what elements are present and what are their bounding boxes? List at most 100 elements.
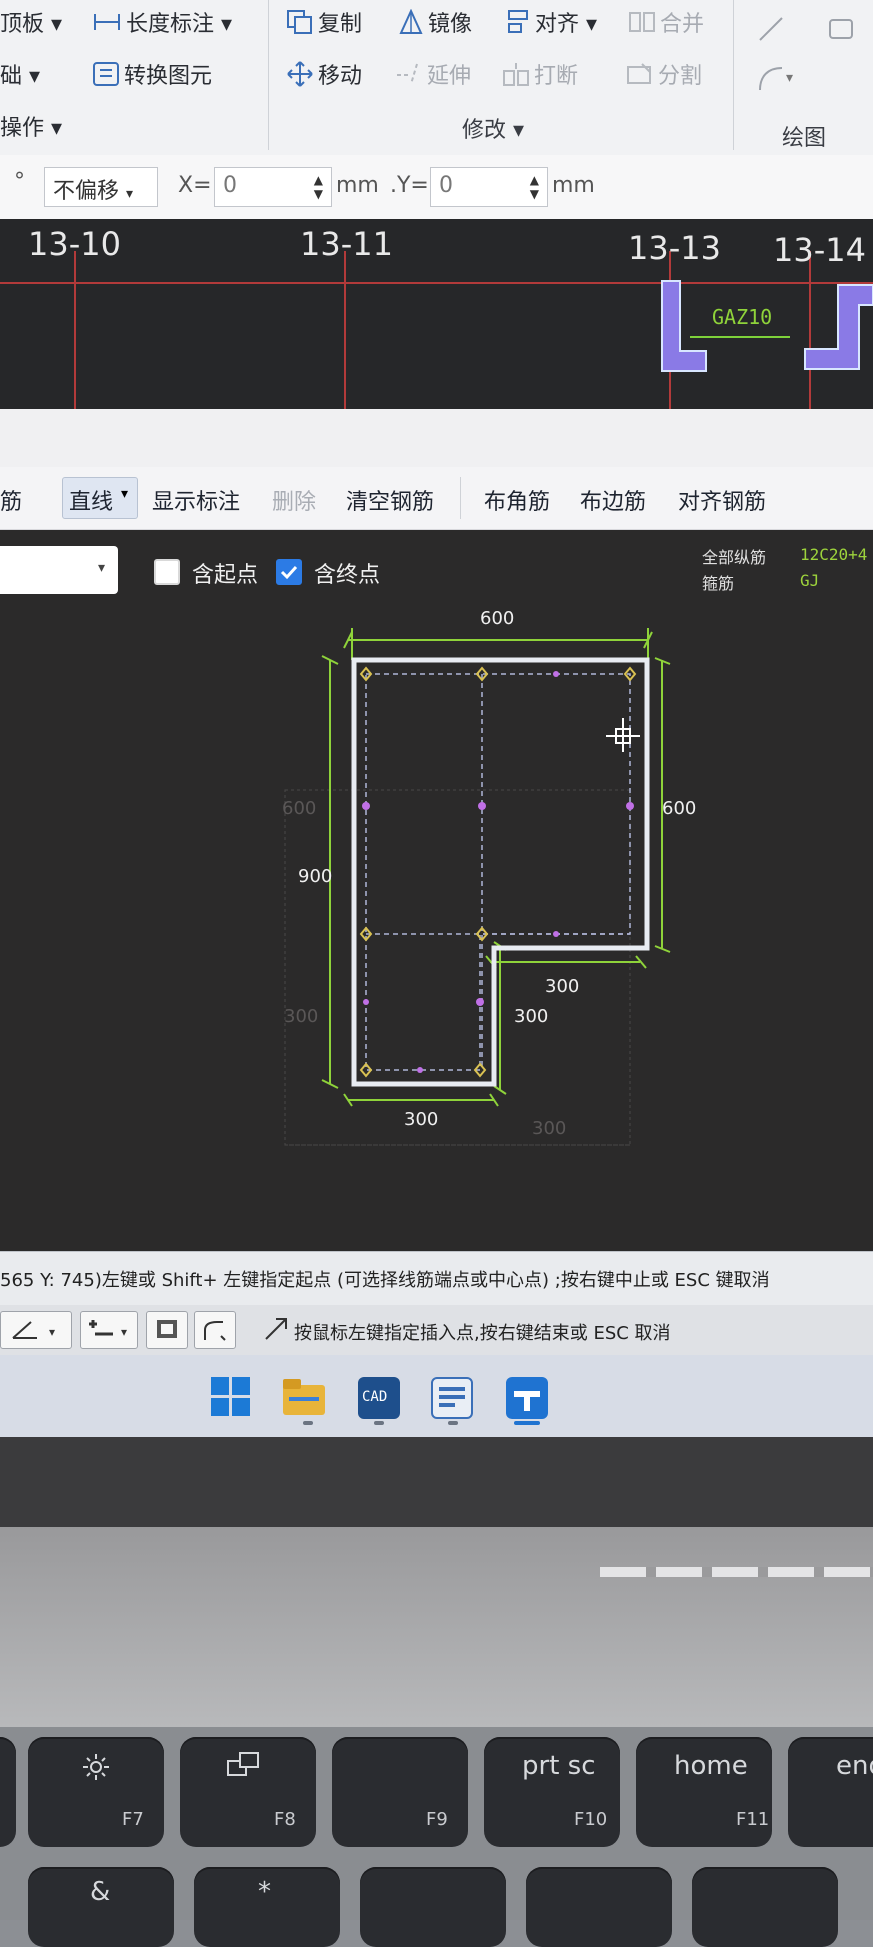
laptop-bezel [0,1437,873,1527]
key-9[interactable] [360,1867,506,1947]
column-gaz10-shape [661,280,707,372]
keyboard: F7 F8 F9 prt sc F10 home F11 end & * [0,1727,873,1947]
rebar-type-dropdown[interactable]: ▾ [0,546,118,594]
key-f6[interactable] [0,1737,16,1847]
glodon-app-icon[interactable] [431,1377,473,1419]
foundation-menu[interactable]: 础 ▾ [0,58,40,90]
dim-inner-horizontal: 300 [545,976,580,997]
line-mode-dropdown[interactable]: 直线 ▾ [62,477,138,519]
dim-inner-vertical: 300 [514,1006,549,1027]
merge-button[interactable]: 合并 [628,6,704,41]
edu-app-icon[interactable] [506,1377,548,1419]
x-label: X= [178,173,212,198]
modify-group-label[interactable]: 修改 ▾ [462,112,524,144]
screen-snap-button[interactable] [146,1311,188,1349]
arc-draw-icon[interactable]: ▾ [756,64,796,98]
top-slab-menu[interactable]: 顶板 ▾ [0,6,62,38]
key-f9-label: F9 [426,1809,448,1830]
key-f7-label: F7 [122,1809,144,1830]
split-icon [626,61,654,93]
corner-rebar-tool[interactable]: 布角筋 [484,484,550,516]
y-input[interactable]: 0 ▲ ▼ [430,167,548,207]
angle-snap-button[interactable]: ▾ [0,1311,72,1349]
dim-top: 600 [480,608,515,629]
key-f10-label: F10 [574,1809,608,1830]
clear-rebar-tool[interactable]: 清空钢筋 [346,484,434,516]
file-explorer-icon[interactable] [283,1377,325,1421]
key-7-label: & [90,1877,111,1907]
delete-tool[interactable]: 删除 [272,484,316,516]
mirror-button[interactable]: 镜像 [398,6,472,41]
align-button[interactable]: 对齐 ▾ [505,6,597,42]
chevron-down-icon: ▾ [121,486,129,502]
svg-text:▾: ▾ [786,70,793,86]
end-point-label: 含终点 [314,563,381,588]
dialog-toolbar: 筋 直线 ▾ 显示标注 删除 清空钢筋 布角筋 布边筋 对齐钢筋 [0,467,873,530]
svg-text:▾: ▾ [49,1325,55,1339]
windows-start-icon[interactable] [211,1377,251,1421]
ghost-dim-3: 300 [532,1118,567,1139]
mirror-icon [398,8,424,41]
start-point-checkbox[interactable] [154,559,180,585]
laptop-deck [0,1527,873,1727]
insert-hint: 按鼠标左键指定插入点,按右键结束或 ESC 取消 [294,1323,671,1344]
start-point-label: 含起点 [192,563,259,588]
cad-running-indicator [374,1421,384,1425]
dialog-title-bar [0,409,873,467]
draw-group-label: 绘图 [782,126,827,151]
x-input[interactable]: 0 ▲ ▼ [214,167,332,207]
length-dimension-button[interactable]: 长度标注 ▾ [92,6,232,40]
key-f7[interactable]: F7 [28,1737,164,1847]
key-f9[interactable]: F9 [332,1737,468,1847]
key-7[interactable]: & [28,1867,174,1947]
key-f8-label: F8 [274,1809,296,1830]
section-canvas[interactable] [0,600,873,1250]
cad-app-icon[interactable]: CAD [358,1377,400,1419]
rectangle-draw-icon[interactable] [826,14,856,48]
split-button[interactable]: 分割 [626,58,702,93]
offset-dropdown[interactable]: 不偏移 ▾ [44,167,158,207]
arc-snap-button[interactable] [194,1311,236,1349]
dim-left: 900 [298,866,333,887]
break-icon [502,61,530,93]
end-point-checkbox[interactable] [276,559,302,585]
key-f10[interactable]: prt sc F10 [484,1737,620,1847]
key-f12[interactable]: end [788,1737,873,1847]
align-icon [505,8,531,42]
taskbar: CAD [0,1355,873,1437]
key-f8[interactable]: F8 [180,1737,316,1847]
key-f11[interactable]: home F11 [636,1737,772,1847]
move-button[interactable]: 移动 [286,58,362,94]
key-8[interactable]: * [194,1867,340,1947]
angle-icon: ▾ [12,1321,55,1339]
operation-menu[interactable]: 操作 ▾ [0,110,62,142]
extend-button[interactable]: 延伸 [395,58,471,93]
stirrup-tool[interactable]: 筋 [0,484,22,516]
key-prtsc-label: prt sc [522,1751,596,1781]
merge-icon [628,9,656,41]
copy-icon [286,9,314,41]
move-icon [286,60,314,94]
degree-unit: ° [14,169,25,194]
arc-icon [204,1321,226,1341]
x-unit: mm [336,173,379,198]
key-0[interactable] [526,1867,672,1947]
line-mode-label: 直线 [69,490,114,515]
extend-icon [395,61,423,93]
ghost-outline [284,789,631,1146]
offset-snap-button[interactable]: ▾ [80,1311,138,1349]
display-switch-icon [224,1751,264,1789]
edge-rebar-tool[interactable]: 布边筋 [580,484,646,516]
break-button[interactable]: 打断 [502,58,578,93]
copy-button[interactable]: 复制 [286,6,362,41]
plan-canvas[interactable]: 13-10 13-11 13-13 13-14 GAZ10 [0,219,873,409]
command-prompt: 565 Y: 745)左键或 Shift+ 左键指定起点 (可选择线筋端点或中心… [0,1270,770,1291]
key-minus[interactable] [692,1867,838,1947]
status-bar: 565 Y: 745)左键或 Shift+ 左键指定起点 (可选择线筋端点或中心… [0,1251,873,1306]
stirrup-legend-value: GJ [800,571,820,590]
line-draw-icon[interactable] [756,14,786,48]
show-dimension-tool[interactable]: 显示标注 [152,484,240,516]
convert-element-button[interactable]: 转换图元 [92,58,212,93]
align-rebar-tool[interactable]: 对齐钢筋 [678,484,766,516]
axis-label-13-11: 13-11 [300,225,393,263]
